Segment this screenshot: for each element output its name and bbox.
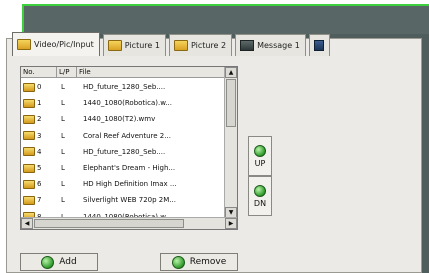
- row-number: 4: [37, 147, 42, 156]
- row-number: 7: [37, 196, 42, 205]
- move-down-button[interactable]: DN: [248, 176, 272, 216]
- list-item[interactable]: 6 L HD High Definition Imax ...: [21, 176, 225, 192]
- move-down-label: DN: [253, 198, 267, 208]
- vertical-scroll-thumb[interactable]: [226, 79, 236, 127]
- list-item[interactable]: 2 L 1440_1080(T2).wmv: [21, 111, 225, 127]
- row-file: Elephant's Dream - High...: [83, 164, 176, 173]
- file-list[interactable]: No. L/P File 0 L HD_future_1280_Seb.... …: [20, 66, 238, 230]
- move-up-button[interactable]: UP: [248, 136, 272, 176]
- remove-button[interactable]: Remove: [160, 253, 238, 271]
- tab-label: Video/Pic/Input: [34, 40, 94, 49]
- column-header-no[interactable]: No.: [21, 67, 57, 77]
- list-item[interactable]: 5 L Elephant's Dream - High...: [21, 160, 225, 176]
- list-header: No. L/P File: [21, 67, 225, 78]
- folder-icon: [23, 98, 35, 108]
- tab-video-pic-input[interactable]: Video/Pic/Input: [12, 32, 100, 56]
- row-lp: L: [61, 115, 65, 124]
- row-lp: L: [61, 99, 65, 108]
- green-ball-icon: [254, 184, 266, 197]
- horizontal-scroll-thumb[interactable]: [34, 219, 184, 228]
- row-lp: L: [61, 131, 65, 140]
- add-button[interactable]: Add: [20, 253, 98, 271]
- folder-icon: [23, 195, 35, 205]
- message-icon: [240, 40, 255, 51]
- row-number: 0: [37, 83, 42, 92]
- list-item[interactable]: 0 L HD_future_1280_Seb....: [21, 79, 225, 95]
- row-file: HD_future_1280_Seb....: [83, 147, 166, 156]
- list-item[interactable]: 4 L HD_future_1280_Seb....: [21, 144, 225, 160]
- row-file: HD_future_1280_Seb....: [83, 83, 166, 92]
- tab-label: Message 1: [257, 41, 300, 50]
- column-header-file[interactable]: File: [77, 67, 225, 77]
- row-file: Silverlight WEB 720p 2M...: [83, 196, 176, 205]
- row-number: 5: [37, 164, 42, 173]
- scroll-left-arrow-icon[interactable]: ◀: [21, 218, 33, 229]
- tab-label: Picture 1: [124, 41, 160, 50]
- row-file: Coral Reef Adventure 2...: [83, 131, 171, 140]
- column-header-lp[interactable]: L/P: [57, 67, 77, 77]
- tab-picture-1[interactable]: Picture 1: [102, 34, 166, 56]
- row-file: 1440_1080(T2).wmv: [83, 115, 156, 124]
- folder-icon: [23, 179, 35, 189]
- folder-icon: [23, 114, 35, 124]
- tab-bar: Video/Pic/Input Picture 1 Picture 2 Mess…: [12, 32, 333, 56]
- list-item[interactable]: 7 L Silverlight WEB 720p 2M...: [21, 192, 225, 208]
- move-up-label: UP: [254, 158, 266, 168]
- tab-label: Picture 2: [190, 41, 227, 50]
- row-lp: L: [61, 83, 65, 92]
- list-item[interactable]: 3 L Coral Reef Adventure 2...: [21, 128, 225, 144]
- row-lp: L: [61, 180, 65, 189]
- horizontal-scrollbar[interactable]: ◀ ▶: [21, 217, 237, 229]
- vertical-scrollbar[interactable]: ▲ ▼: [224, 67, 237, 218]
- list-rows: 0 L HD_future_1280_Seb.... 1 L 1440_1080…: [21, 79, 225, 225]
- green-ball-icon: [41, 255, 55, 269]
- row-file: 1440_1080(Robotica).w...: [83, 99, 172, 108]
- scroll-right-arrow-icon[interactable]: ▶: [225, 218, 237, 229]
- folder-icon: [23, 163, 35, 173]
- tab-more[interactable]: [308, 34, 330, 56]
- tab-picture-2[interactable]: Picture 2: [168, 34, 233, 56]
- folder-icon: [173, 40, 188, 51]
- row-number: 2: [37, 115, 42, 124]
- row-lp: L: [61, 164, 65, 173]
- folder-icon: [23, 147, 35, 157]
- green-ball-icon: [254, 144, 266, 157]
- window-top-bar: [24, 6, 429, 34]
- row-number: 6: [37, 180, 42, 189]
- row-lp: L: [61, 196, 65, 205]
- folder-icon: [23, 82, 35, 92]
- green-ball-icon: [171, 255, 185, 269]
- row-lp: L: [61, 147, 65, 156]
- row-number: 3: [37, 131, 42, 140]
- list-item[interactable]: 1 L 1440_1080(Robotica).w...: [21, 95, 225, 111]
- panel-icon: [313, 40, 324, 51]
- scroll-up-arrow-icon[interactable]: ▲: [225, 67, 237, 78]
- add-label: Add: [59, 257, 77, 267]
- folder-icon: [107, 40, 122, 51]
- folder-icon: [17, 39, 31, 50]
- remove-label: Remove: [189, 257, 227, 267]
- folder-icon: [23, 131, 35, 141]
- row-number: 1: [37, 99, 42, 108]
- row-file: HD High Definition Imax ...: [83, 180, 177, 189]
- tab-message-1[interactable]: Message 1: [235, 34, 306, 56]
